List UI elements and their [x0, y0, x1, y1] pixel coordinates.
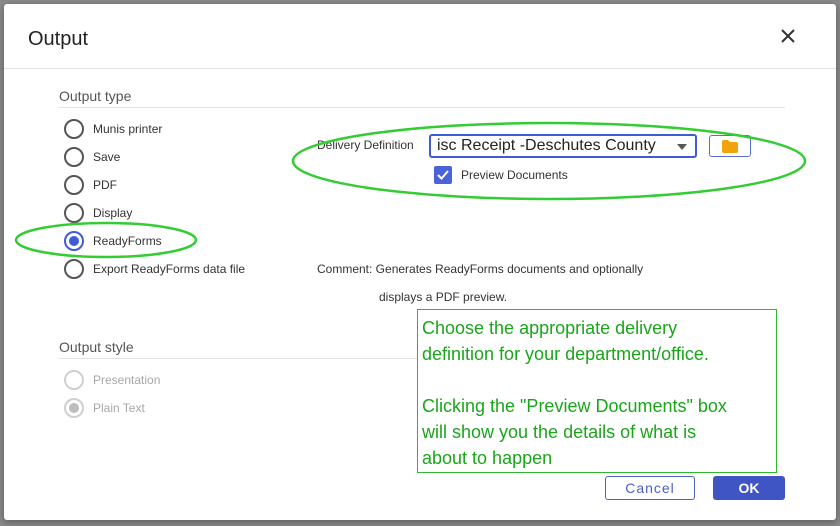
radio-label: Display [93, 206, 133, 220]
radio-label: Plain Text [93, 401, 145, 415]
radio-label: Munis printer [93, 122, 163, 136]
radio-pdf[interactable]: PDF [64, 174, 117, 196]
delivery-definition-label: Delivery Definition [317, 138, 414, 152]
callout-spacer [422, 367, 772, 393]
callout-line: definition for your department/office. [422, 344, 709, 364]
delivery-definition-select[interactable]: isc Receipt -Deschutes County [429, 134, 697, 158]
radio-circle [64, 370, 84, 390]
radio-munis-printer[interactable]: Munis printer [64, 118, 162, 140]
cancel-button[interactable]: Cancel [605, 476, 695, 500]
radio-circle [64, 147, 84, 167]
callout-line: will show you the details of what is [422, 422, 697, 442]
comment-text-line1: Comment: Generates ReadyForms documents … [317, 262, 644, 276]
radio-label: Export ReadyForms data file [93, 262, 246, 276]
title-divider [4, 68, 836, 69]
checkmark-icon [437, 170, 449, 180]
radio-presentation[interactable]: Presentation [64, 369, 160, 391]
radio-circle [64, 175, 84, 195]
preview-documents-label: Preview Documents [461, 168, 568, 182]
ok-button[interactable]: OK [713, 476, 785, 500]
comment-text-line2: displays a PDF preview. [379, 290, 508, 304]
radio-circle [64, 119, 84, 139]
instruction-callout: Choose the appropriate delivery definiti… [417, 309, 777, 473]
radio-plain-text[interactable]: Plain Text [64, 397, 145, 419]
callout-line: about to happen [422, 448, 553, 468]
radio-dot [69, 403, 79, 413]
output-dialog: Output Output type Munis printer Save PD… [4, 4, 836, 520]
radio-circle-selected [64, 398, 84, 418]
radio-display[interactable]: Display [64, 202, 132, 224]
radio-export-readyforms[interactable]: Export ReadyForms data file [64, 258, 245, 280]
dialog-title: Output [28, 28, 89, 50]
radio-label: Presentation [93, 373, 161, 387]
output-type-heading: Output type [59, 88, 132, 104]
browse-folder-button[interactable] [709, 135, 751, 157]
callout-line: Clicking the "Preview Documents" box [422, 396, 727, 416]
preview-documents-checkbox[interactable] [434, 166, 452, 184]
radio-save[interactable]: Save [64, 146, 120, 168]
radio-label: Save [93, 150, 121, 164]
radio-circle [64, 259, 84, 279]
radio-label: PDF [93, 178, 117, 192]
output-style-heading: Output style [59, 339, 134, 355]
radio-label: ReadyForms [93, 234, 162, 248]
output-type-divider [59, 107, 785, 108]
close-button[interactable] [774, 22, 802, 50]
output-style-divider [59, 358, 417, 359]
radio-readyforms[interactable]: ReadyForms [64, 230, 162, 252]
callout-line: Choose the appropriate delivery [422, 318, 678, 338]
radio-dot [69, 236, 79, 246]
delivery-definition-value: isc Receipt -Deschutes County [437, 137, 656, 154]
folder-icon [722, 139, 738, 153]
radio-circle [64, 203, 84, 223]
chevron-down-icon [677, 144, 687, 150]
close-icon [781, 29, 795, 43]
radio-circle-selected [64, 231, 84, 251]
